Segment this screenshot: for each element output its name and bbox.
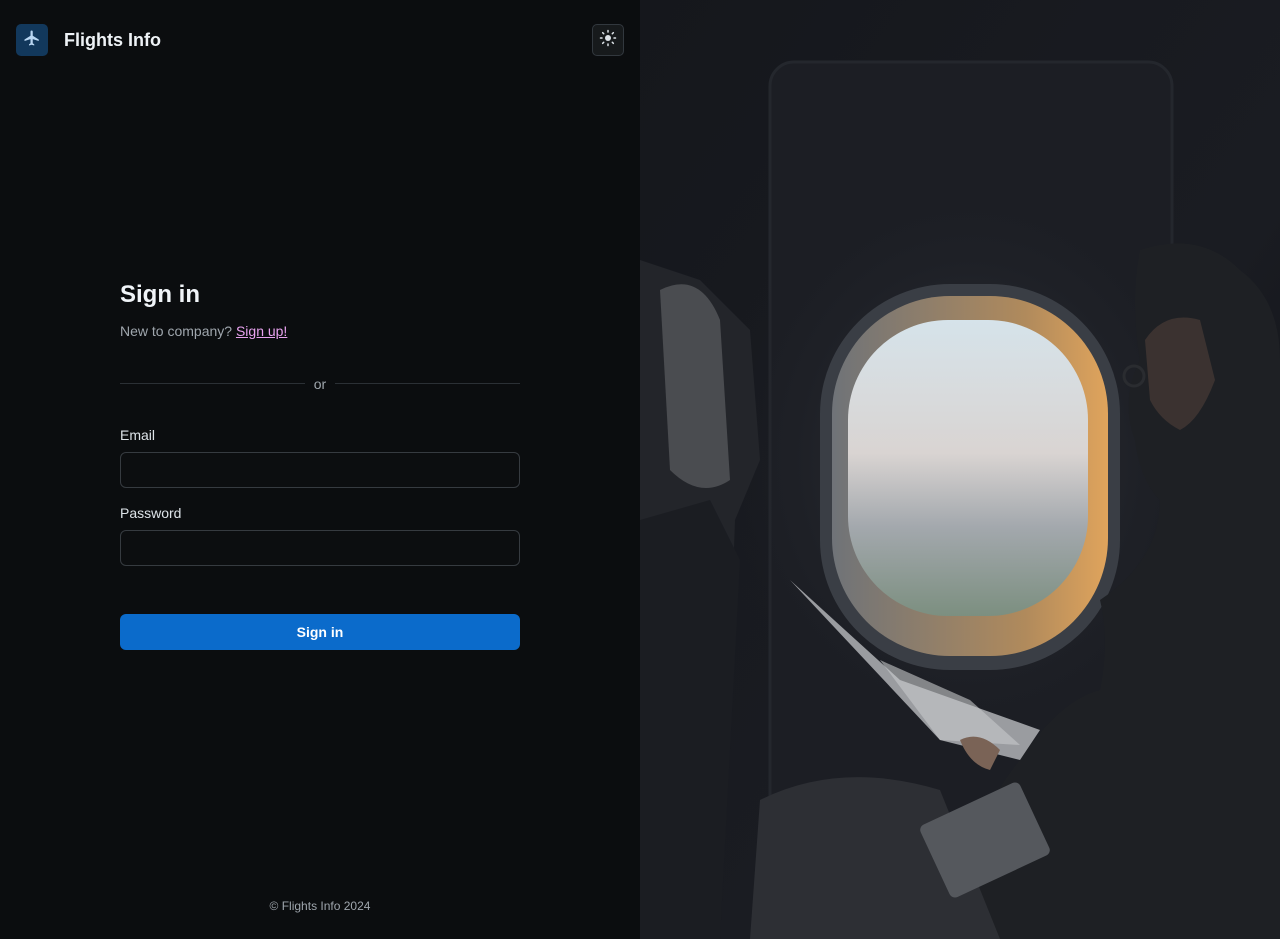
top-bar: Flights Info [16,24,624,56]
or-divider: or [120,374,520,394]
divider-line-right [335,383,520,384]
theme-toggle-button[interactable] [592,24,624,56]
password-label: Password [120,505,182,521]
sign-in-page: Flights Info Sign in New to company? Sig… [0,0,1280,939]
password-field[interactable] [120,530,520,566]
email-field[interactable] [120,452,520,488]
page-title: Sign in [120,281,200,308]
divider-text: or [313,376,327,392]
hero-photo [640,0,1280,939]
email-label: Email [120,427,156,443]
sign-in-button[interactable]: Sign in [120,614,520,650]
sign-up-link[interactable]: Sign up! [236,323,287,339]
brand-name: Flights Info [64,30,161,50]
brand-logo [16,24,48,56]
plane-icon [23,29,41,52]
signup-prompt: New to company? Sign up! [120,321,287,341]
sun-icon [599,29,617,52]
copyright-footer: © Flights Info 2024 [269,899,371,913]
airplane-window-photo [640,0,1280,939]
signup-prompt-text: New to company? [120,323,233,339]
sign-in-panel: Flights Info Sign in New to company? Sig… [0,0,640,939]
